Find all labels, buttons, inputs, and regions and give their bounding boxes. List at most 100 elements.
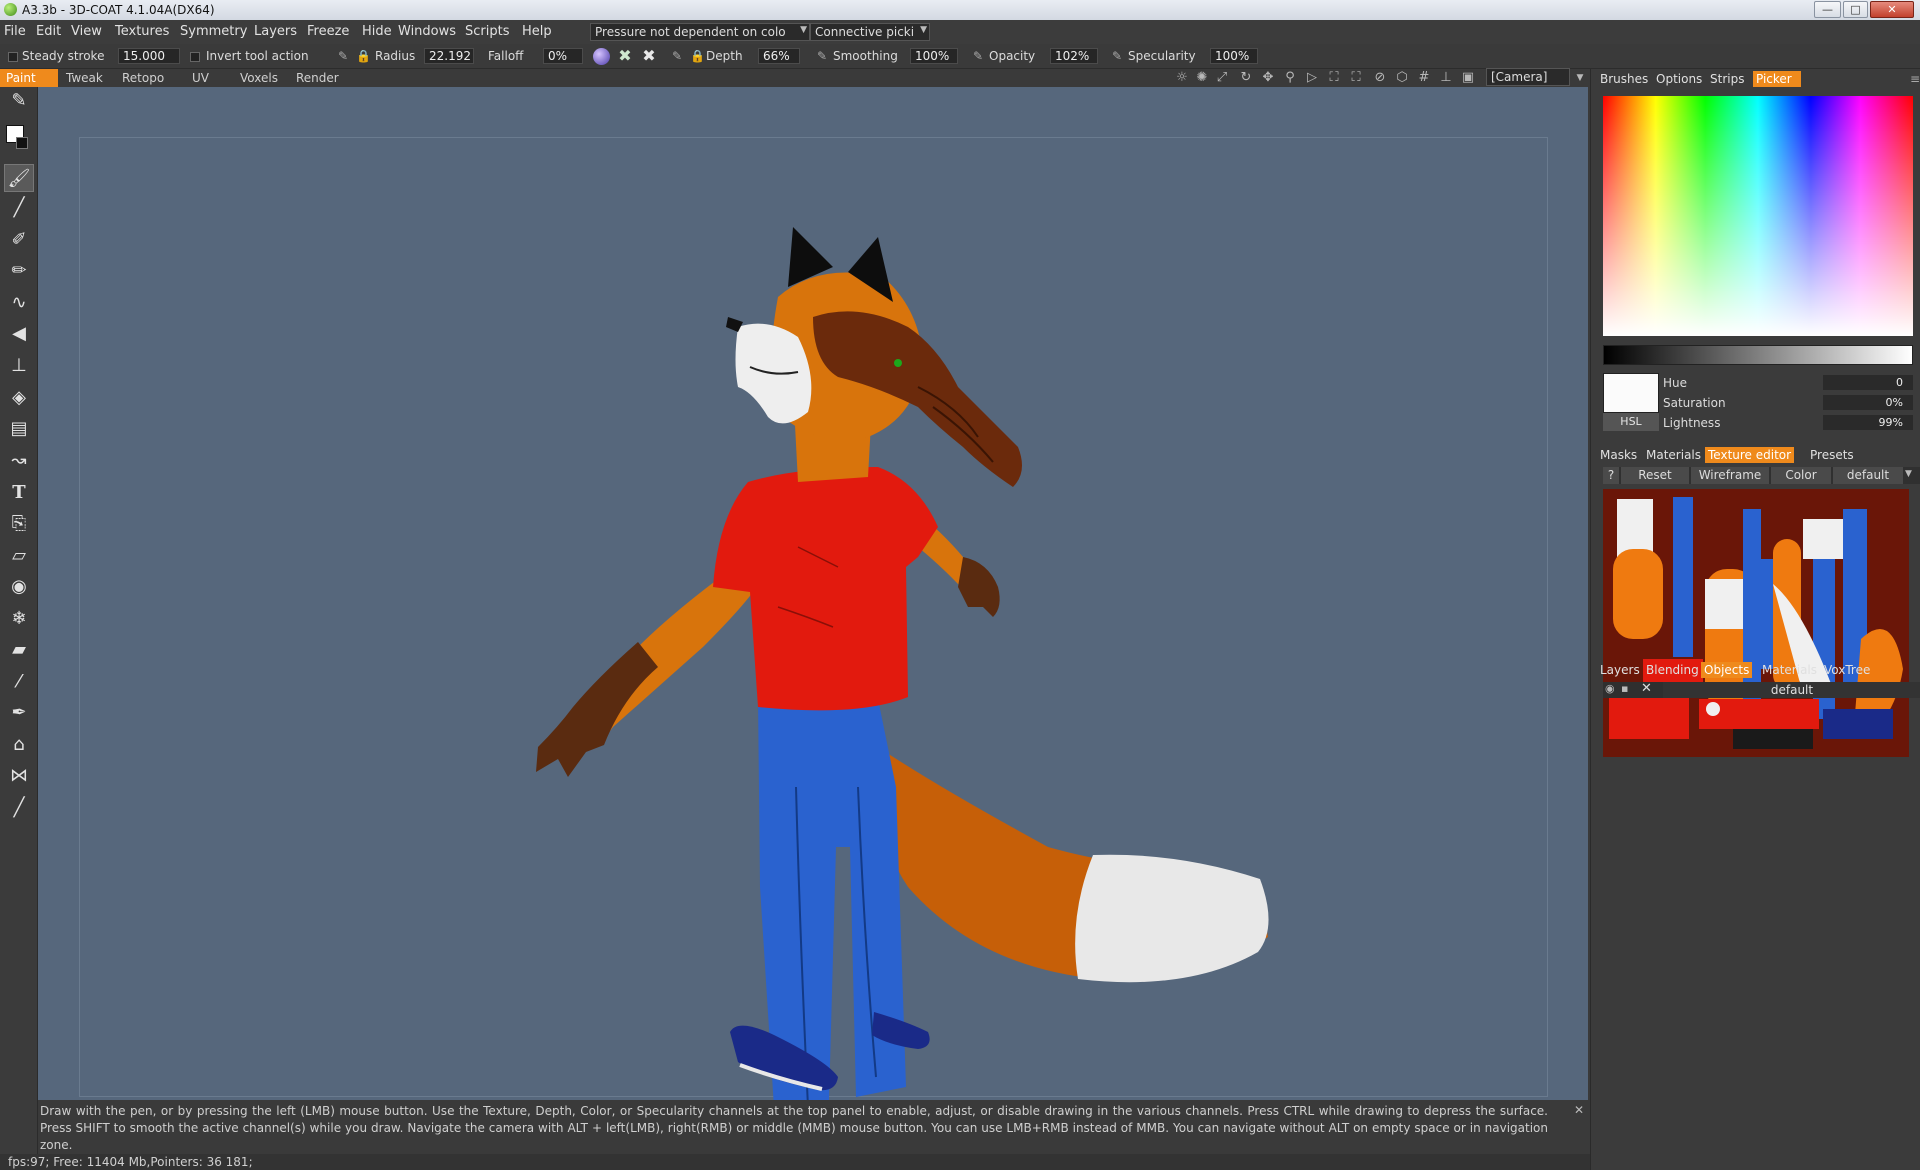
- connective-dropdown[interactable]: Connective picki ▼: [810, 23, 930, 41]
- text-tool-icon[interactable]: T: [4, 479, 34, 507]
- clear-icon[interactable]: ✖: [640, 47, 658, 65]
- opacity-pen-icon[interactable]: ✎: [973, 49, 987, 63]
- menu-layers[interactable]: Layers: [254, 24, 297, 39]
- tab-objects[interactable]: Objects: [1701, 662, 1753, 678]
- lock-icon[interactable]: ▪: [1621, 682, 1628, 695]
- camera-dropdown[interactable]: [Camera]: [1486, 68, 1570, 86]
- tab-render[interactable]: Render: [290, 69, 345, 87]
- menu-file[interactable]: File: [4, 24, 26, 39]
- chevron-down-icon[interactable]: ▼: [1905, 469, 1912, 479]
- axis-icon[interactable]: ⊥: [1438, 70, 1454, 86]
- curve-icon[interactable]: ↝: [4, 447, 34, 475]
- tab-uv[interactable]: UV: [186, 69, 215, 87]
- pressure-dropdown[interactable]: Pressure not dependent on colo ▼: [590, 23, 810, 41]
- smudge-icon[interactable]: ∿: [4, 289, 34, 317]
- menu-hide[interactable]: Hide: [362, 24, 392, 39]
- wireframe-button[interactable]: Wireframe: [1691, 467, 1769, 484]
- uv-texture-preview[interactable]: [1603, 489, 1909, 757]
- menu-symmetry[interactable]: Symmetry: [180, 24, 247, 39]
- line-tool-icon[interactable]: ╱: [4, 194, 34, 222]
- zoom-icon[interactable]: ⚲: [1282, 70, 1298, 86]
- iron-icon[interactable]: ⌂: [4, 731, 34, 759]
- grid-icon[interactable]: #: [1416, 70, 1432, 86]
- cube-icon[interactable]: ⬡: [1394, 70, 1410, 86]
- pencil-icon[interactable]: ✏: [4, 257, 34, 285]
- tab-options[interactable]: Options: [1653, 71, 1705, 87]
- tab-strips[interactable]: Strips: [1707, 71, 1747, 87]
- fit-selection-icon[interactable]: ⛶: [1348, 70, 1364, 86]
- airbrush-icon[interactable]: ✐: [4, 226, 34, 254]
- camera-orbit-icon[interactable]: ⤢: [1214, 70, 1230, 86]
- sun-icon[interactable]: ☼: [1174, 70, 1190, 86]
- menu-view[interactable]: View: [71, 24, 102, 39]
- tab-blending[interactable]: Blending: [1643, 662, 1702, 678]
- lightness-slider[interactable]: [1603, 345, 1913, 365]
- tab-layers[interactable]: Layers: [1597, 662, 1643, 678]
- help-button[interactable]: ?: [1603, 467, 1619, 484]
- copy-paste-icon[interactable]: ⎘: [4, 510, 34, 538]
- layer-icon[interactable]: ▤: [4, 415, 34, 443]
- maximize-button[interactable]: □: [1843, 1, 1868, 18]
- stamp-icon[interactable]: ⊥: [4, 352, 34, 380]
- lightness-field[interactable]: 99%: [1823, 415, 1913, 430]
- radius-field[interactable]: 22.192: [424, 48, 474, 64]
- hue-field[interactable]: 0: [1823, 375, 1913, 390]
- tab-materials[interactable]: Materials: [1643, 447, 1704, 463]
- tab-paint[interactable]: Paint: [0, 69, 58, 87]
- close-hint-icon[interactable]: ✕: [1574, 1102, 1584, 1119]
- menu-windows[interactable]: Windows: [398, 24, 456, 39]
- object-row[interactable]: ◉ ▪ ✕ default: [1603, 681, 1920, 698]
- color-picker-icon[interactable]: ⁄: [4, 668, 34, 696]
- brush-tool-icon[interactable]: 🖌: [4, 164, 34, 192]
- chevron-down-icon[interactable]: ▼: [1572, 70, 1588, 86]
- texture-preset-dropdown[interactable]: default: [1833, 467, 1903, 484]
- color-field[interactable]: [1603, 96, 1913, 336]
- light-bulb-icon[interactable]: ✺: [1194, 70, 1210, 86]
- minimize-button[interactable]: —: [1814, 1, 1841, 18]
- tab-voxels[interactable]: Voxels: [234, 69, 284, 87]
- frame-icon[interactable]: ▣: [1460, 70, 1476, 86]
- tab-picker[interactable]: Picker: [1753, 71, 1801, 87]
- play-icon[interactable]: ▷: [1304, 70, 1320, 86]
- tab-brushes[interactable]: Brushes: [1597, 71, 1651, 87]
- depth-pen-icon[interactable]: ✎: [672, 49, 686, 63]
- ruler-icon[interactable]: ╱: [4, 794, 34, 822]
- smoothing-field[interactable]: 100%: [910, 48, 958, 64]
- close-button[interactable]: ✕: [1870, 1, 1914, 18]
- menu-scripts[interactable]: Scripts: [465, 24, 509, 39]
- clone-icon[interactable]: ▰: [4, 636, 34, 664]
- brush-settings-icon[interactable]: ✎: [4, 87, 34, 115]
- depth-field[interactable]: 66%: [758, 48, 800, 64]
- butterfly-symmetry-icon[interactable]: ⋈: [4, 762, 34, 790]
- invert-tool-checkbox[interactable]: [190, 52, 200, 62]
- apply-check-icon[interactable]: ✖: [616, 47, 634, 65]
- eye-icon[interactable]: ◉: [4, 573, 34, 601]
- tab-materials-bottom[interactable]: Materials: [1759, 662, 1820, 678]
- pan-icon[interactable]: ✥: [1260, 70, 1276, 86]
- tab-texture-editor[interactable]: Texture editor: [1705, 447, 1795, 463]
- pen-pressure-icon[interactable]: ✎: [338, 49, 352, 63]
- rotate-icon[interactable]: ↻: [1238, 70, 1254, 86]
- specularity-field[interactable]: 100%: [1210, 48, 1258, 64]
- hsl-mode-button[interactable]: HSL: [1603, 413, 1659, 431]
- menu-freeze[interactable]: Freeze: [307, 24, 349, 39]
- material-sphere-icon[interactable]: [593, 48, 610, 65]
- tab-voxtree[interactable]: VoxTree: [1821, 662, 1873, 678]
- tab-masks[interactable]: Masks: [1597, 447, 1640, 463]
- fill-icon[interactable]: ◈: [4, 384, 34, 412]
- tab-retopo[interactable]: Retopo: [116, 69, 170, 87]
- smoothing-pen-icon[interactable]: ✎: [817, 49, 831, 63]
- menu-help[interactable]: Help: [522, 24, 552, 39]
- lock-icon[interactable]: 🔒: [356, 49, 371, 63]
- visibility-eye-icon[interactable]: ◉: [1605, 682, 1615, 695]
- depth-lock-icon[interactable]: 🔒: [690, 49, 705, 63]
- steady-stroke-field[interactable]: 15.000: [118, 48, 180, 64]
- fit-view-icon[interactable]: ⛶: [1326, 70, 1342, 86]
- tab-tweak[interactable]: Tweak: [60, 69, 109, 87]
- delete-object-icon[interactable]: ✕: [1641, 681, 1652, 696]
- pipette-icon[interactable]: ✒: [4, 699, 34, 727]
- tab-presets[interactable]: Presets: [1807, 447, 1857, 463]
- panel-menu-icon[interactable]: ≡: [1907, 71, 1920, 87]
- freeze-snowflake-icon[interactable]: ❄: [4, 605, 34, 633]
- steady-stroke-checkbox[interactable]: [8, 52, 18, 62]
